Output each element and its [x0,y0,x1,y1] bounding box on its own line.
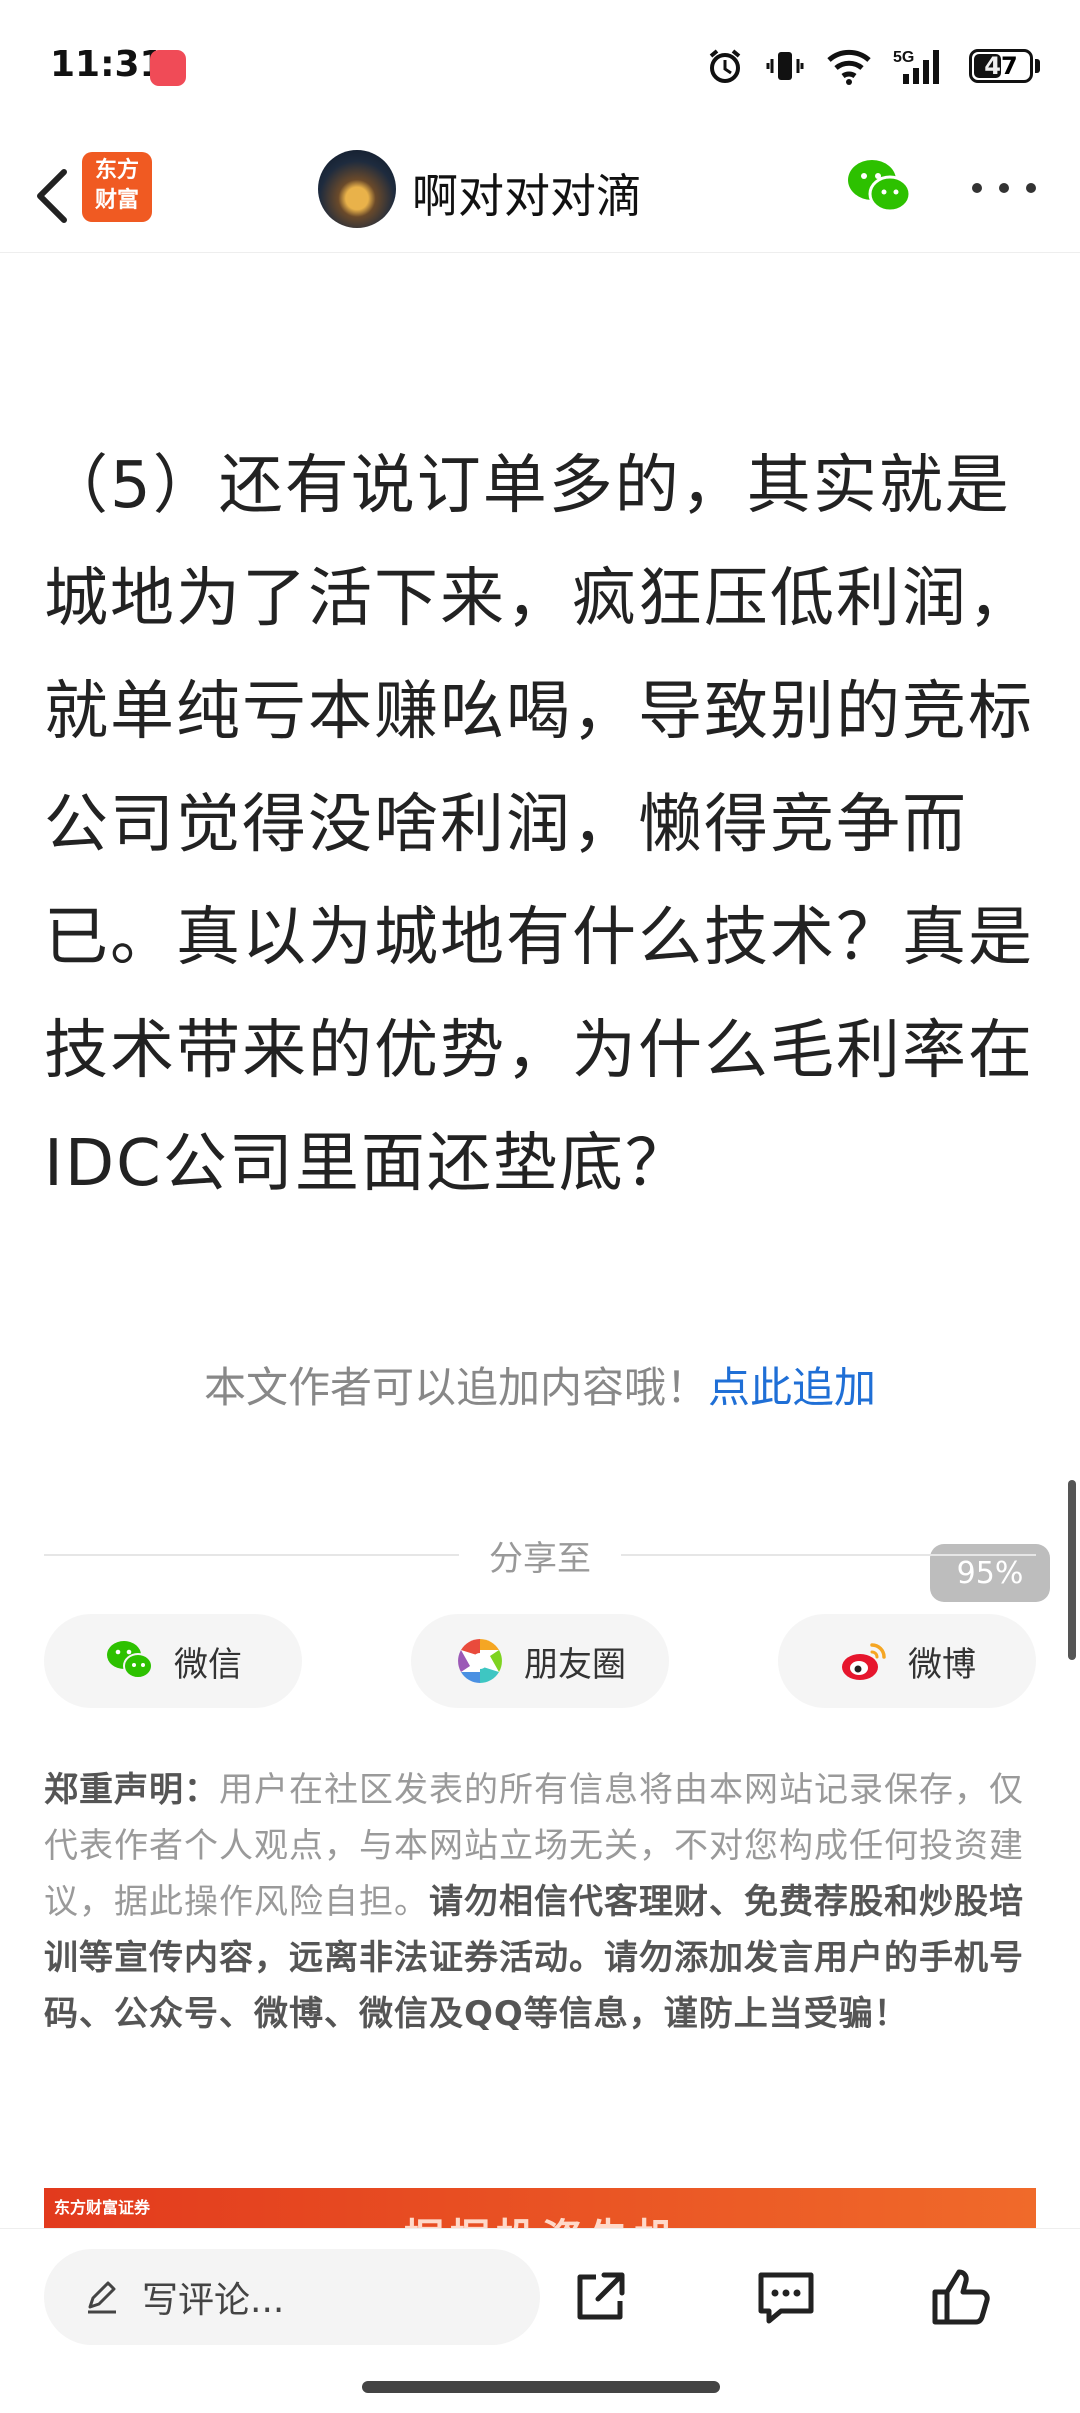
moments-icon [458,1639,502,1683]
banner-title: 掘掘投资先机 [404,2206,680,2228]
wechat-share-button[interactable] [844,154,914,218]
share-button[interactable] [560,2257,640,2337]
divider [44,1554,459,1556]
article-body: （5）还有说订单多的，其实就是城地为了活下来，疯狂压低利润，就单纯亏本赚吆喝，导… [44,430,1039,1221]
share-options: 微信 朋友圈 微博 [44,1614,1036,1708]
banner-logo: 东方财富证券 [54,2198,151,2217]
share-wechat-button[interactable]: 微信 [44,1614,302,1708]
append-prompt-text: 本文作者可以追加内容哦！ [203,1363,708,1412]
svg-text:5G: 5G [893,49,914,66]
bottom-action-bar: 写评论... [0,2228,1080,2413]
more-dot-icon [972,183,982,193]
status-time: 11:31 [50,44,165,85]
scrollbar[interactable] [1068,1480,1076,1660]
vibrate-icon [766,52,804,80]
thumbs-up-icon [932,2269,990,2325]
brand-logo-line1: 东方 [94,158,139,183]
like-button[interactable] [920,2257,1000,2337]
share-title-row: 分享至 [44,1530,1036,1580]
wechat-icon [107,1641,153,1679]
battery-level: 47 [984,52,1018,80]
battery-icon: 47 [969,49,1033,83]
disclaimer: 郑重声明：用户在社区发表的所有信息将由本网站记录保存，仅代表作者个人观点，与本网… [44,1762,1039,2042]
alarm-icon [709,49,741,83]
weibo-icon [842,1643,886,1680]
brand-logo-button[interactable]: 东方 财富 [82,152,152,222]
share-weibo-label: 微博 [908,1644,976,1685]
back-button[interactable] [22,164,82,228]
brand-logo-line2: 财富 [94,188,139,213]
append-content-link[interactable]: 点此追加 [708,1363,876,1412]
signal-5g-icon: 5G [893,49,939,84]
status-bar: 11:31 5G 47 [0,0,1080,140]
more-options-button[interactable] [972,164,1036,212]
home-indicator[interactable] [362,2381,720,2393]
share-moments-label: 朋友圈 [524,1644,626,1685]
notification-app-icon [150,50,186,86]
append-content-prompt: 本文作者可以追加内容哦！点此追加 [0,1354,1080,1415]
comment-icon [758,2272,814,2324]
status-icons: 5G 47 [705,46,1040,86]
article-paragraph: （5）还有说订单多的，其实就是城地为了活下来，疯狂压低利润，就单纯亏本赚吆喝，导… [44,449,1034,1201]
comment-placeholder: 写评论... [142,2280,285,2321]
promo-banner[interactable]: 东方财富证券 掘掘投资先机 [44,2188,1036,2228]
share-title: 分享至 [489,1538,591,1579]
author-name[interactable]: 啊对对对滴 [412,160,642,226]
share-wechat-label: 微信 [174,1644,242,1685]
pencil-icon [88,2281,116,2314]
share-moments-button[interactable]: 朋友圈 [411,1614,669,1708]
disclaimer-heading: 郑重声明： [44,1770,219,1810]
comment-input[interactable]: 写评论... [44,2249,540,2345]
share-export-icon [577,2272,625,2320]
share-weibo-button[interactable]: 微博 [778,1614,1036,1708]
wechat-icon [848,160,912,213]
divider [621,1554,1036,1556]
comments-button[interactable] [746,2257,826,2337]
chevron-left-icon [37,169,67,223]
top-nav-bar: 东方 财富 啊对对对滴 [0,140,1080,253]
wifi-icon [827,49,871,85]
author-avatar[interactable] [318,150,396,228]
